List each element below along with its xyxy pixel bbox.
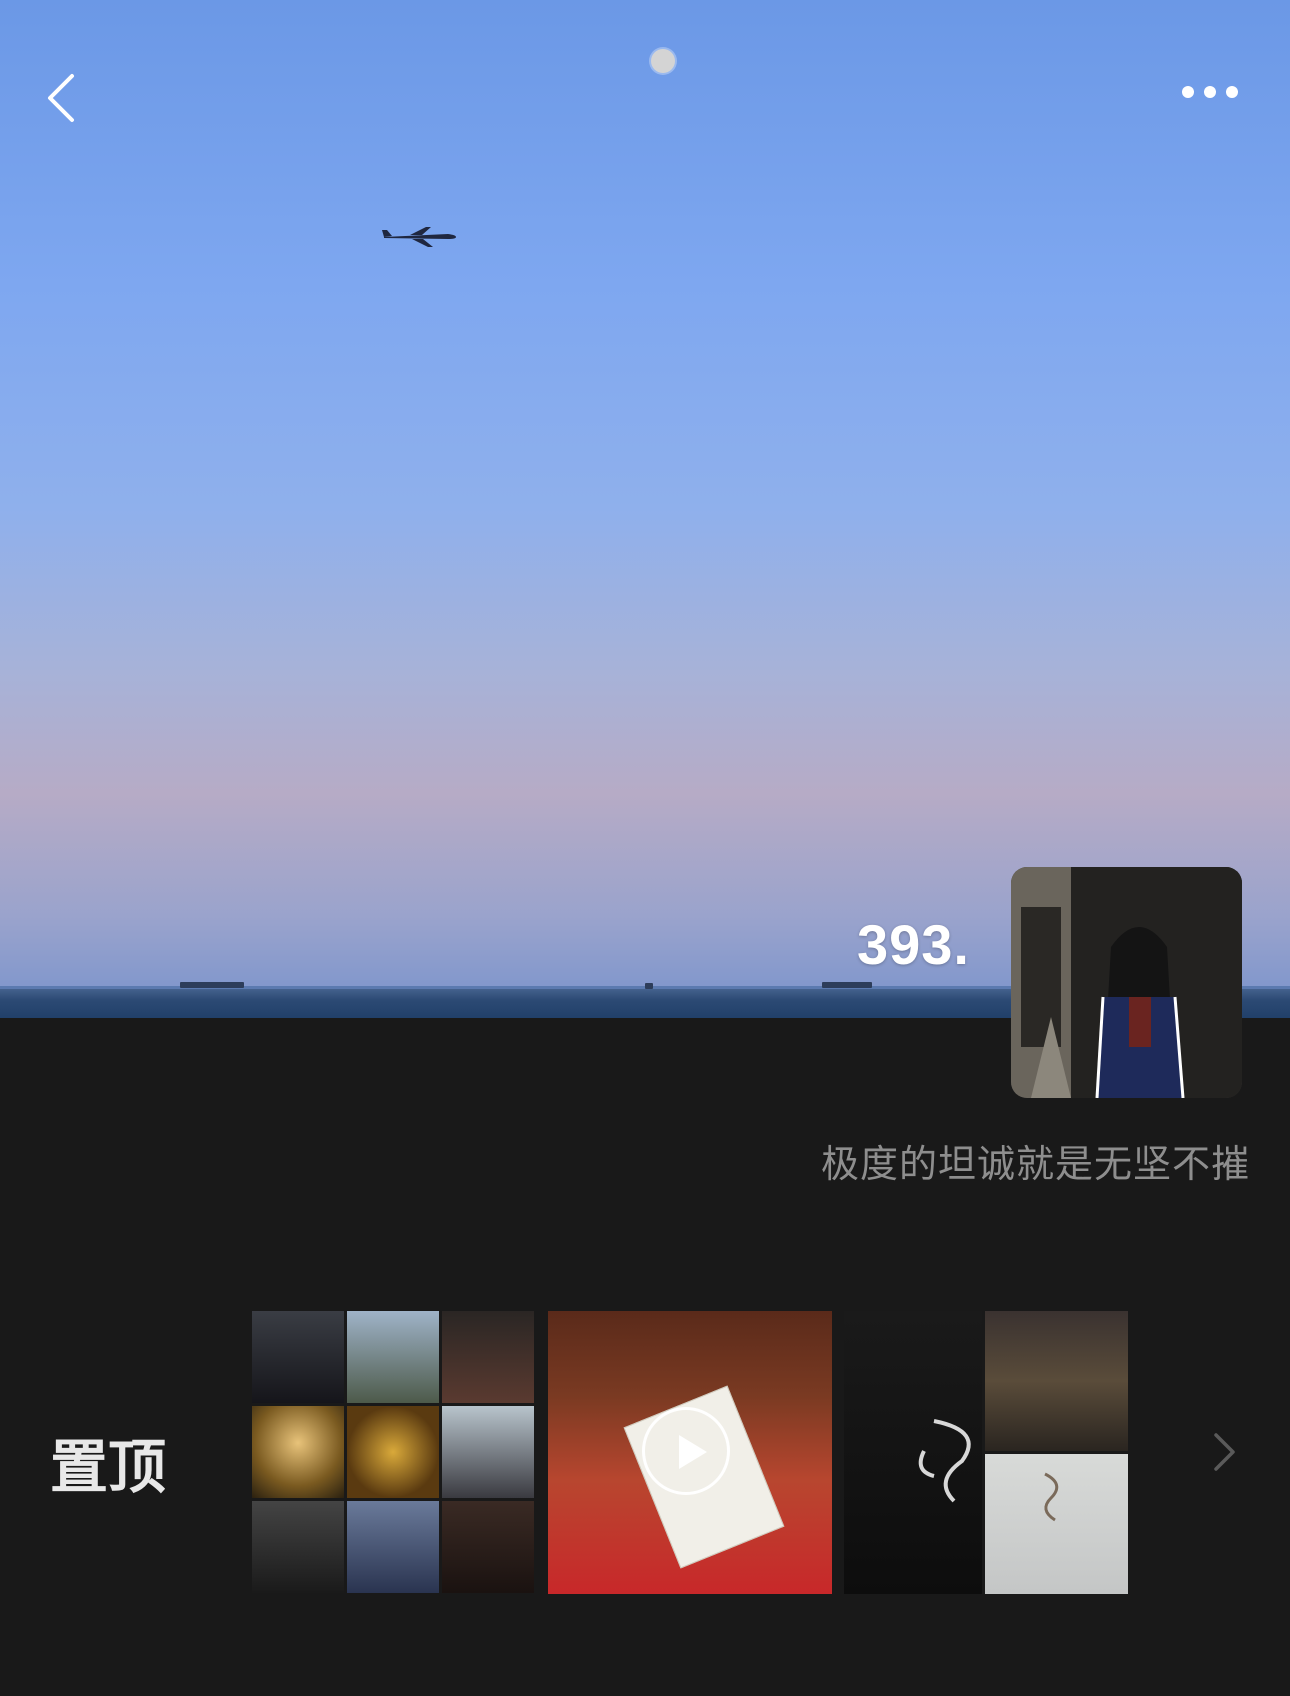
camera-dot xyxy=(651,49,675,73)
photo-thumbnail xyxy=(985,1454,1128,1594)
chevron-left-icon xyxy=(48,74,74,122)
airplane xyxy=(382,227,456,247)
back-button[interactable] xyxy=(40,70,84,126)
bio-text: 极度的坦诚就是无坚不摧 xyxy=(820,1142,1250,1186)
pinned-label: 置顶 xyxy=(50,1433,167,1501)
chevron-right-icon xyxy=(1214,1433,1235,1471)
avatar-photo xyxy=(1011,867,1242,1098)
photo-thumbnail xyxy=(985,1311,1128,1451)
photo-thumbnail xyxy=(844,1311,982,1594)
pinned-post-photo-set[interactable] xyxy=(844,1311,1128,1594)
pinned-more-button[interactable] xyxy=(1212,1432,1238,1472)
ellipsis-icon xyxy=(1182,86,1238,98)
play-icon xyxy=(642,1407,730,1495)
avatar[interactable] xyxy=(1011,867,1242,1098)
more-button[interactable] xyxy=(1180,82,1240,106)
pinned-post-video[interactable] xyxy=(548,1311,832,1594)
cover-image xyxy=(0,0,1290,1018)
username: 393. xyxy=(857,913,970,976)
pinned-post-photo-grid[interactable] xyxy=(252,1311,536,1594)
